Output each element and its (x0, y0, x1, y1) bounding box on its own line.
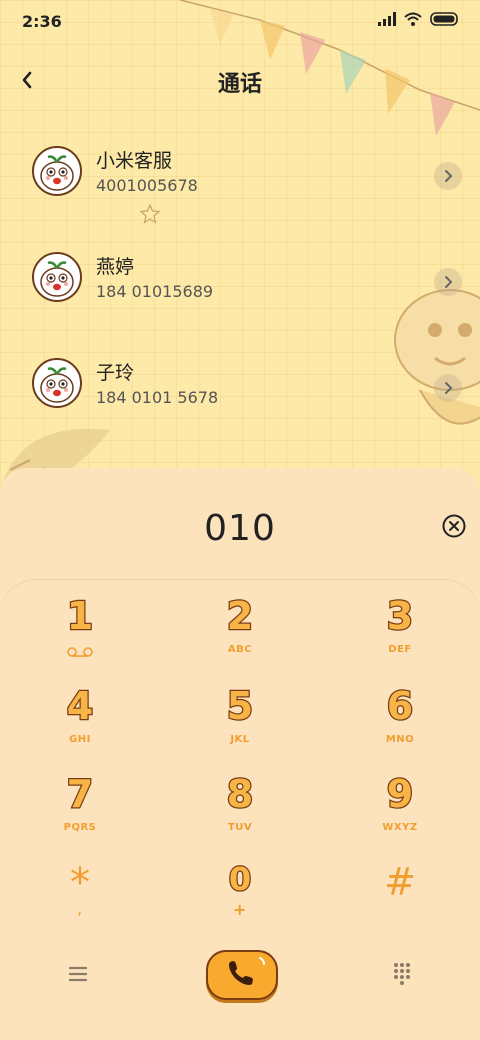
contact-number: 4001005678 (96, 176, 198, 195)
key-digit: 4 (66, 683, 95, 730)
key-7[interactable]: 7 PQRS (20, 768, 140, 848)
key-letters: JKL (230, 734, 250, 745)
contact-name: 小米客服 (96, 150, 173, 172)
status-bar: 2:36 (0, 0, 480, 44)
key-digit: * (70, 860, 90, 906)
status-time: 2:36 (22, 12, 62, 31)
contact-name: 燕婷 (96, 256, 135, 278)
key-star[interactable]: * , (20, 856, 140, 936)
key-letters: PQRS (63, 822, 97, 833)
status-icons (378, 12, 460, 26)
key-4[interactable]: 4 GHI (20, 680, 140, 760)
key-0[interactable]: 0 + (180, 856, 300, 936)
page-title: 通话 (217, 72, 262, 97)
key-letters: GHI (69, 734, 91, 745)
contact-number: 184 0101 5678 (96, 388, 219, 407)
wifi-icon (404, 12, 422, 26)
contact-name: 子玲 (96, 362, 135, 384)
call-button[interactable] (206, 950, 278, 1000)
key-digit: 3 (386, 593, 415, 640)
avatar (32, 146, 82, 196)
battery-icon (430, 12, 458, 26)
contact-number: 184 01015689 (96, 282, 214, 301)
avatar (32, 252, 82, 302)
key-digit: 7 (66, 771, 95, 818)
key-6[interactable]: 6 MNO (340, 680, 460, 760)
keypad-icon (394, 963, 410, 985)
contact-item[interactable]: 燕婷 184 01015689 (0, 230, 480, 326)
keypad-toggle-button[interactable] (384, 958, 420, 990)
phone-icon (229, 957, 265, 985)
key-digit: # (384, 860, 416, 904)
header: 通话 (0, 52, 480, 108)
key-digit: 6 (386, 683, 415, 730)
signal-icon (378, 12, 396, 26)
key-digit: 9 (386, 771, 415, 818)
bottom-bar (0, 938, 480, 1008)
clear-button[interactable] (440, 512, 468, 540)
contact-item[interactable]: 子玲 184 0101 5678 (0, 336, 480, 432)
key-digit: 8 (226, 771, 255, 818)
key-5[interactable]: 5 JKL (180, 680, 300, 760)
avatar (32, 358, 82, 408)
menu-icon (68, 966, 88, 982)
key-letters: WXYZ (382, 822, 418, 833)
clear-icon (442, 514, 466, 538)
key-hash[interactable]: # (340, 856, 460, 936)
contact-details-button[interactable] (434, 374, 462, 402)
key-letters: MNO (385, 734, 415, 745)
key-digit: 0 (228, 859, 253, 900)
key-1[interactable]: 1 (20, 590, 140, 670)
key-letters: TUV (227, 822, 253, 833)
key-letters: , (77, 906, 83, 917)
voicemail-icon (67, 647, 93, 657)
key-9[interactable]: 9 WXYZ (340, 768, 460, 848)
key-2[interactable]: 2 ABC (180, 590, 300, 670)
chevron-right-icon (445, 382, 453, 394)
keypad: 1 2 ABC 3 DEF 4 GHI 5 JKL 6 MNO 7 PQRS 8… (0, 580, 480, 960)
chevron-right-icon (445, 170, 453, 182)
menu-button[interactable] (60, 958, 96, 990)
key-digit: 2 (226, 593, 255, 640)
key-letters: DEF (388, 644, 412, 655)
key-digit: 1 (66, 593, 95, 640)
key-8[interactable]: 8 TUV (180, 768, 300, 848)
chevron-right-icon (445, 276, 453, 288)
key-letters: + (233, 900, 247, 919)
contact-details-button[interactable] (434, 162, 462, 190)
key-3[interactable]: 3 DEF (340, 590, 460, 670)
key-digit: 5 (226, 683, 255, 730)
contact-details-button[interactable] (434, 268, 462, 296)
key-letters: ABC (227, 644, 253, 655)
dialed-number: 010 (204, 508, 276, 549)
contact-item[interactable]: 小米客服 4001005678 (0, 124, 480, 220)
